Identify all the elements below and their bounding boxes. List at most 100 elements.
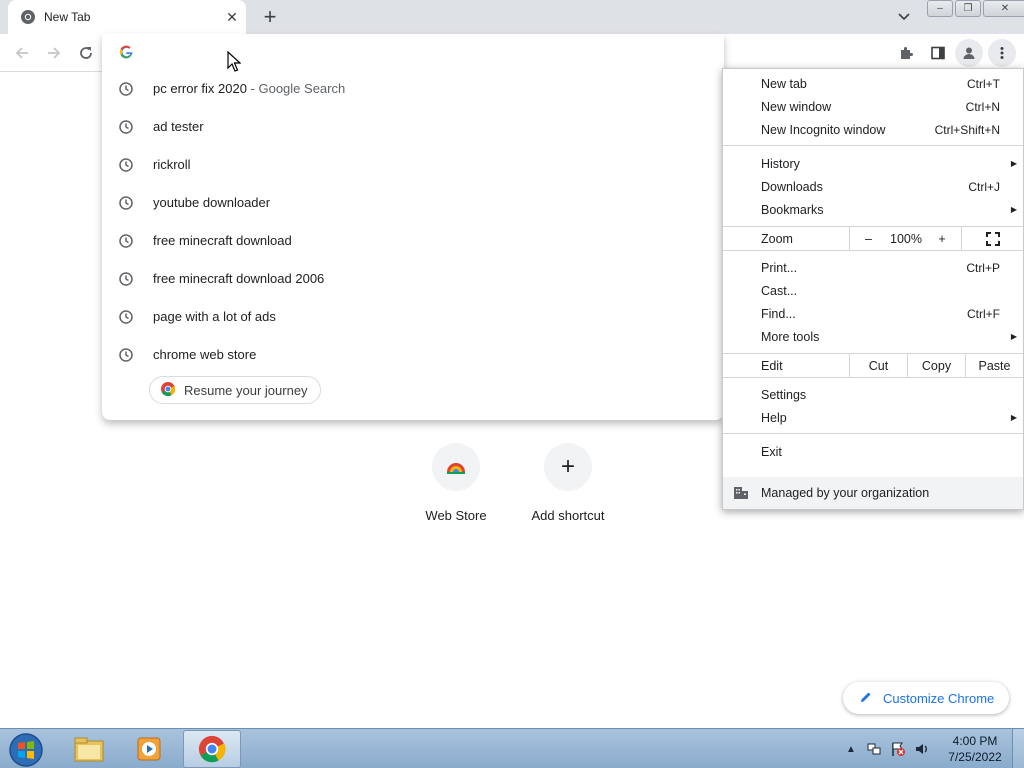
menu-label: New Incognito window [761, 122, 886, 137]
tab-title: New Tab [44, 10, 91, 24]
cut-button[interactable]: Cut [849, 354, 907, 377]
tray-overflow-arrow-icon[interactable]: ▲ [843, 741, 859, 757]
customize-chrome-button[interactable]: Customize Chrome [843, 682, 1009, 714]
menu-label: Zoom [761, 232, 793, 246]
clock-date: 7/25/2022 [948, 750, 1002, 764]
close-window-button[interactable]: ✕ [983, 0, 1024, 17]
history-clock-icon [118, 233, 134, 249]
google-g-icon [118, 44, 134, 60]
web-store-icon [432, 443, 480, 491]
restore-button[interactable]: ❐ [955, 0, 981, 17]
menu-label: Help [761, 410, 787, 425]
history-clock-icon [118, 81, 134, 97]
action-center-flag-icon[interactable] [890, 741, 906, 757]
menu-item-more-tools[interactable]: More tools ▶ [723, 325, 1023, 348]
suggestion-item[interactable]: free minecraft download 2006 [102, 260, 724, 298]
customize-label: Customize Chrome [883, 690, 995, 706]
menu-item-settings[interactable]: Settings [723, 383, 1023, 406]
menu-item-print[interactable]: Print... Ctrl+P [723, 256, 1023, 279]
file-explorer-taskbar-icon[interactable] [60, 730, 118, 768]
fullscreen-icon[interactable] [961, 227, 1023, 250]
menu-item-exit[interactable]: Exit [723, 440, 1023, 463]
submenu-arrow-icon: ▶ [1010, 205, 1017, 214]
suggestion-text: youtube downloader [153, 195, 271, 210]
menu-label: Edit [761, 359, 783, 373]
submenu-arrow-icon: ▶ [1010, 413, 1017, 422]
resume-label: Resume your journey [184, 382, 308, 398]
omnibox-dropdown: pc error fix 2020 - Google Search ad tes… [102, 34, 724, 420]
menu-label: Settings [761, 387, 807, 402]
system-clock[interactable]: 4:00 PM 7/25/2022 [942, 733, 1008, 765]
windows-taskbar: ▲ 4:00 PM 7/25/2022 [0, 728, 1024, 768]
history-clock-icon [118, 195, 134, 211]
reload-icon[interactable] [72, 39, 100, 67]
network-tray-icon[interactable] [866, 741, 882, 757]
zoom-out-button[interactable]: – [849, 227, 887, 250]
suggestion-text: free minecraft download 2006 [153, 271, 325, 286]
history-clock-icon [118, 309, 134, 325]
extensions-puzzle-icon[interactable] [892, 39, 920, 67]
suggestion-item[interactable]: rickroll [102, 146, 724, 184]
shortcut-label: Web Store [425, 508, 487, 523]
menu-item-new-window[interactable]: New window Ctrl+N [723, 95, 1023, 118]
media-player-taskbar-icon[interactable] [120, 730, 178, 768]
shortcut-web-store[interactable]: Web Store [400, 443, 512, 533]
zoom-in-button[interactable]: + [925, 227, 959, 250]
kebab-menu-icon[interactable] [988, 39, 1016, 67]
profile-avatar-icon[interactable] [955, 39, 983, 67]
new-tab-button[interactable]: + [256, 4, 284, 30]
minimize-button[interactable]: – [927, 0, 953, 17]
omnibox-input[interactable] [102, 34, 724, 70]
suggestion-text: free minecraft download [153, 233, 292, 248]
menu-item-new-tab[interactable]: New tab Ctrl+T [723, 72, 1023, 95]
zoom-level: 100% [890, 231, 922, 246]
menu-label: Cast... [761, 283, 798, 298]
suggestion-item[interactable]: pc error fix 2020 - Google Search [102, 70, 724, 108]
back-arrow-icon[interactable] [8, 39, 36, 67]
chrome-taskbar-icon[interactable] [183, 730, 241, 768]
volume-speaker-icon[interactable] [914, 741, 930, 757]
history-clock-icon [118, 157, 134, 173]
menu-item-history[interactable]: History ▶ [723, 152, 1023, 175]
chrome-logo-icon [160, 381, 176, 400]
copy-button[interactable]: Copy [907, 354, 965, 377]
menu-divider [723, 145, 1023, 146]
menu-label: More tools [761, 329, 820, 344]
tab-search-chevron-icon[interactable] [892, 6, 916, 28]
start-button[interactable] [4, 731, 48, 768]
menu-label: Find... [761, 306, 796, 321]
suggestion-text: chrome web store [153, 347, 257, 362]
menu-shortcut: Ctrl+P [966, 260, 1000, 275]
tab-close-icon[interactable]: ✕ [220, 5, 244, 29]
shortcut-add[interactable]: + Add shortcut [512, 443, 624, 533]
suggestion-item[interactable]: page with a lot of ads [102, 298, 724, 336]
menu-item-find[interactable]: Find... Ctrl+F [723, 302, 1023, 325]
menu-item-new-incognito[interactable]: New Incognito window Ctrl+Shift+N [723, 118, 1023, 141]
tab-new-tab[interactable]: New Tab ✕ [8, 0, 246, 34]
history-clock-icon [118, 347, 134, 363]
submenu-arrow-icon: ▶ [1010, 159, 1017, 168]
menu-item-cast[interactable]: Cast... [723, 279, 1023, 302]
suggestion-item[interactable]: ad tester [102, 108, 724, 146]
clock-time: 4:00 PM [952, 734, 998, 748]
menu-item-help[interactable]: Help ▶ [723, 406, 1023, 429]
tab-strip: New Tab ✕ + – ❐ ✕ [0, 0, 1024, 34]
menu-item-managed[interactable]: Managed by your organization [723, 477, 1023, 509]
side-panel-icon[interactable] [924, 39, 952, 67]
menu-row-edit: Edit Cut Copy Paste [723, 353, 1023, 378]
suggestion-text: rickroll [153, 157, 191, 172]
suggestion-item[interactable]: free minecraft download [102, 222, 724, 260]
menu-label: New tab [761, 76, 807, 91]
suggestion-item[interactable]: chrome web store [102, 336, 724, 374]
forward-arrow-icon[interactable] [40, 39, 68, 67]
menu-label: New window [761, 99, 832, 114]
suggestion-item[interactable]: youtube downloader [102, 184, 724, 222]
menu-shortcut: Ctrl+T [967, 76, 1000, 91]
menu-item-bookmarks[interactable]: Bookmarks ▶ [723, 198, 1023, 221]
menu-item-downloads[interactable]: Downloads Ctrl+J [723, 175, 1023, 198]
menu-shortcut: Ctrl+Shift+N [934, 122, 1000, 137]
chrome-app-menu: New tab Ctrl+T New window Ctrl+N New Inc… [722, 68, 1024, 510]
resume-journey-chip[interactable]: Resume your journey [149, 376, 321, 404]
show-desktop-button[interactable] [1012, 729, 1024, 768]
paste-button[interactable]: Paste [965, 354, 1023, 377]
